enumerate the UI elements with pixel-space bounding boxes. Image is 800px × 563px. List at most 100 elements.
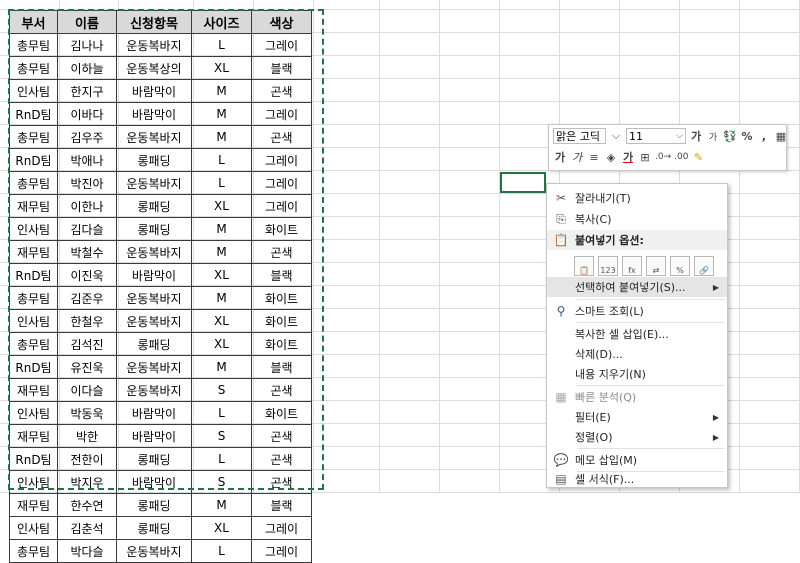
grid-cell[interactable] [680,0,740,10]
table-cell[interactable]: 블랙 [251,56,312,80]
table-cell[interactable]: 한철우 [57,309,117,333]
table-cell[interactable]: 블랙 [251,355,312,379]
menu-item-delete[interactable]: 삭제(D)... [547,344,727,364]
grid-cell[interactable] [500,56,560,79]
table-cell[interactable]: 인사팀 [9,516,58,540]
table-cell[interactable]: 롱패딩 [116,493,192,517]
menu-item-filter[interactable]: 필터(E) ▶ [547,407,727,427]
grid-cell[interactable] [440,148,500,171]
table-cell[interactable]: 전한이 [57,447,117,471]
grid-cell[interactable] [680,10,740,33]
header-cell-item[interactable]: 신청항목 [116,10,192,34]
table-cell[interactable]: 총무팀 [9,539,58,563]
grid-cell[interactable] [440,171,500,194]
grid-cell[interactable] [380,263,440,286]
grid-cell[interactable] [440,286,500,309]
grid-cell[interactable] [620,102,680,125]
table-cell[interactable]: 그레이 [251,33,312,57]
menu-item-insert-copied[interactable]: 복사한 셀 삽입(E)... [547,324,727,344]
table-cell[interactable]: 곤색 [251,470,312,494]
table-cell[interactable]: S [191,424,252,448]
format-painter-icon[interactable]: ✎ [691,149,705,165]
table-cell[interactable]: 곤색 [251,125,312,149]
align-center-icon[interactable]: ≡ [587,149,601,165]
table-cell[interactable]: 총무팀 [9,171,58,195]
grid-cell[interactable] [440,447,500,470]
table-cell[interactable]: 이한나 [57,194,117,218]
grid-cell[interactable] [314,10,380,33]
grid-cell[interactable] [440,10,500,33]
borders-icon[interactable]: ⊞ [638,149,652,165]
grid-cell[interactable] [740,332,800,355]
grid-cell[interactable] [380,56,440,79]
grid-cell[interactable] [620,79,680,102]
grid-cell[interactable] [314,447,380,470]
active-cell[interactable] [500,172,546,193]
fill-color-icon[interactable]: ◈ [604,149,618,165]
table-cell[interactable]: M [191,286,252,310]
grid-cell[interactable] [500,0,560,10]
paste-values-icon[interactable]: 123 [598,256,618,276]
table-cell[interactable]: 유진욱 [57,355,117,379]
table-cell[interactable]: RnD팀 [9,355,58,379]
accounting-format-icon[interactable]: 💱 [723,128,737,144]
menu-item-sort[interactable]: 정렬(O) ▶ [547,427,727,447]
table-cell[interactable]: 이바다 [57,102,117,126]
grid-cell[interactable] [0,0,60,10]
table-cell[interactable]: 블랙 [251,493,312,517]
grid-cell[interactable] [380,33,440,56]
grid-cell[interactable] [440,217,500,240]
grid-cell[interactable] [740,309,800,332]
table-cell[interactable]: 운동복바지 [116,378,192,402]
table-cell[interactable]: 그레이 [251,539,312,563]
grid-cell[interactable] [680,33,740,56]
table-cell[interactable]: 운동복바지 [116,286,192,310]
grid-cell[interactable] [314,355,380,378]
grid-cell[interactable] [380,0,440,10]
grid-cell[interactable] [620,33,680,56]
table-cell[interactable]: 박다슬 [57,539,117,563]
table-cell[interactable]: 박지우 [57,470,117,494]
grid-cell[interactable] [60,0,119,10]
grid-cell[interactable] [560,33,620,56]
table-cell[interactable]: 곤색 [251,240,312,264]
table-cell[interactable]: 인사팀 [9,401,58,425]
grid-cell[interactable] [680,56,740,79]
grid-cell[interactable] [314,217,380,240]
grid-cell[interactable] [380,378,440,401]
table-cell[interactable]: M [191,493,252,517]
table-cell[interactable]: XL [191,332,252,356]
table-cell[interactable]: 화이트 [251,401,312,425]
menu-item-cut[interactable]: ✂ 잘라내기(T) [547,188,727,208]
table-cell[interactable]: 재무팀 [9,378,58,402]
table-cell[interactable]: M [191,355,252,379]
grid-cell[interactable] [500,33,560,56]
grid-cell[interactable] [680,102,740,125]
table-cell[interactable]: 김석진 [57,332,117,356]
table-cell[interactable]: 곤색 [251,424,312,448]
font-name-box[interactable]: 맑은 고딕 [553,128,606,144]
table-cell[interactable]: 그레이 [251,516,312,540]
menu-item-copy[interactable]: ⎘ 복사(C) [547,209,727,229]
table-cell[interactable]: 바람막이 [116,401,192,425]
grid-cell[interactable] [740,217,800,240]
paste-link-icon[interactable]: 🔗 [694,256,714,276]
menu-item-format-cells[interactable]: ▤ 셀 서식(F)... [547,469,727,489]
table-cell[interactable]: 이진욱 [57,263,117,287]
table-cell[interactable]: 롱패딩 [116,217,192,241]
grid-cell[interactable] [380,286,440,309]
table-cell[interactable]: XL [191,309,252,333]
table-cell[interactable]: 총무팀 [9,33,58,57]
grid-cell[interactable] [500,79,560,102]
table-cell[interactable]: L [191,447,252,471]
grid-cell[interactable] [620,10,680,33]
grid-cell[interactable] [380,194,440,217]
grid-cell[interactable] [119,0,194,10]
grid-cell[interactable] [500,102,560,125]
table-cell[interactable]: 그레이 [251,148,312,172]
table-cell[interactable]: 롱패딩 [116,332,192,356]
grid-cell[interactable] [314,332,380,355]
grow-font-icon[interactable]: 가 [689,128,703,144]
grid-cell[interactable] [740,102,800,125]
grid-cell[interactable] [380,332,440,355]
